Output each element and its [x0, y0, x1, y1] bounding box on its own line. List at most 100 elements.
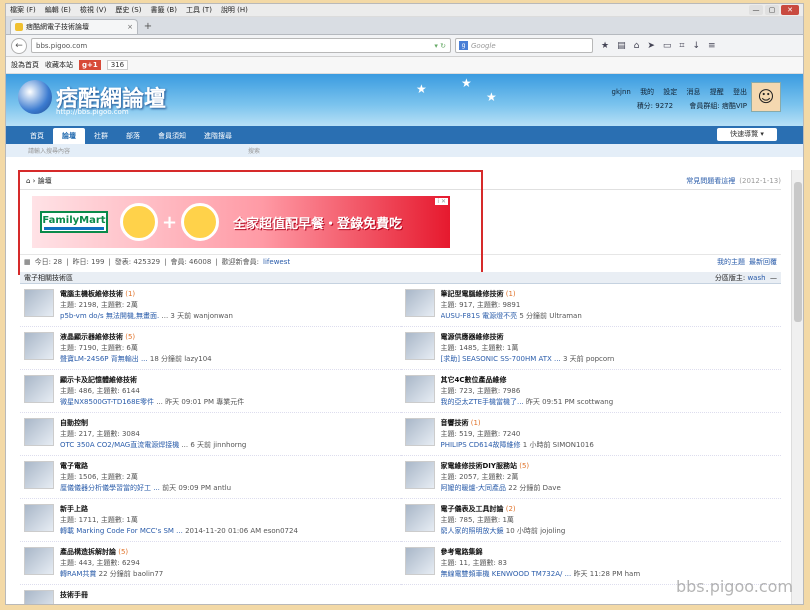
forum-item[interactable]: 其它4C數位產品維修 主題: 723, 主題數: 7986 我的亞太ZTE手機當機… — [400, 370, 781, 413]
gplus-button[interactable]: g+1 — [79, 60, 101, 70]
user-points[interactable]: 積分: 9272 — [637, 102, 673, 110]
forum-item[interactable]: 電子電路 主題: 1506, 主題數: 2萬 厘儀儀器分析儀學習當的好工 ... … — [20, 456, 401, 499]
forum-name[interactable]: 參考電路集錦 — [441, 548, 483, 556]
forum-item[interactable]: 電源供應器維修技術 主題: 1485, 主題數: 1萬 [求助] SEASONIC… — [400, 327, 781, 370]
collapse-icon[interactable]: — — [770, 274, 777, 282]
add-favorite-link[interactable]: 收藏本站 — [45, 60, 73, 70]
set-homepage-link[interactable]: 設為首頁 — [11, 60, 39, 70]
forum-thumbnail-icon[interactable] — [404, 504, 435, 532]
page-scrollbar[interactable] — [791, 170, 803, 604]
close-window-button[interactable]: ✕ — [781, 5, 799, 15]
chat-icon[interactable]: ▭ — [663, 41, 672, 51]
user-link-mine[interactable]: 我的 — [640, 88, 654, 96]
site-logo[interactable]: 痞酷網論壇 http://bbs.pigoo.com — [18, 80, 166, 116]
forum-item[interactable]: 技術手冊 — [20, 585, 401, 604]
menu-view[interactable]: 檢視 (V) — [80, 5, 106, 15]
forum-name[interactable]: 電子儀表及工具討論 — [441, 505, 504, 513]
forum-thumbnail-icon[interactable] — [404, 547, 435, 575]
last-post-link[interactable]: 窮人家的照明放大鏡 — [441, 527, 504, 535]
back-icon[interactable]: ← — [11, 37, 27, 54]
browser-tab[interactable]: 痞酷網電子技術論壇 × — [10, 19, 138, 34]
forum-name[interactable]: 新手上路 — [60, 505, 88, 513]
nav-community[interactable]: 社群 — [85, 128, 117, 144]
forum-item[interactable]: 音響技術 (1) 主題: 519, 主題數: 7240 PHILIPS CD614故… — [400, 413, 781, 456]
last-post-link[interactable]: 轉載 Marking Code For MCC's SM ... — [60, 527, 183, 535]
forum-item[interactable]: 自動控制 主題: 217, 主題數: 3084 OTC 350A CO2/MAG直… — [20, 413, 401, 456]
latest-replies-link[interactable]: 最新回覆 — [749, 257, 777, 267]
nav-rules[interactable]: 會員須知 — [149, 128, 195, 144]
tab-close-icon[interactable]: × — [127, 23, 133, 31]
nav-home[interactable]: 首頁 — [21, 128, 53, 144]
maximize-button[interactable]: ▢ — [765, 5, 779, 15]
forum-name[interactable]: 顯示卡及記憶體維修技術 — [60, 376, 137, 384]
menu-tools[interactable]: 工具 (T) — [186, 5, 212, 15]
section-title[interactable]: 電子相關技術區 — [24, 273, 73, 283]
search-engine-icon[interactable]: g — [459, 41, 468, 50]
menu-icon[interactable]: ≡ — [708, 41, 716, 51]
user-link-settings[interactable]: 設定 — [663, 88, 677, 96]
last-post-link[interactable]: AUSU-F81S 電源燈不亮 — [441, 312, 518, 320]
forum-name[interactable]: 電子電路 — [60, 462, 88, 470]
user-group[interactable]: 會員群組: 痞酷VIP — [689, 102, 747, 110]
forum-name[interactable]: 液晶顯示器維修技術 — [60, 333, 123, 341]
forum-thumbnail-icon[interactable] — [24, 289, 54, 317]
menu-help[interactable]: 說明 (H) — [221, 5, 248, 15]
forum-thumbnail-icon[interactable] — [24, 418, 54, 446]
last-post-link[interactable]: 我的亞太ZTE手機當機了... — [441, 398, 524, 406]
forum-name[interactable]: 筆記型電腦維修技術 — [441, 290, 504, 298]
forum-name[interactable]: 其它4C數位產品維修 — [441, 376, 507, 384]
forum-name[interactable]: 音響技術 — [441, 419, 469, 427]
last-post-link[interactable]: 聲寶LM-24S6P 背無輸出 ... — [60, 355, 148, 363]
user-link-notices[interactable]: 提醒 — [710, 88, 724, 96]
forum-thumbnail-icon[interactable] — [404, 461, 435, 489]
send-icon[interactable]: ➤ — [647, 41, 655, 51]
nav-forum[interactable]: 論壇 — [53, 128, 85, 144]
forum-name[interactable]: 電源供應器維修技術 — [441, 333, 504, 341]
url-bar[interactable]: bbs.pigoo.com ▾ ↻ — [31, 38, 451, 53]
forum-item[interactable]: 筆記型電腦維修技術 (1) 主題: 917, 主題數: 9891 AUSU-F81S… — [400, 284, 781, 327]
scrollbar-thumb[interactable] — [794, 182, 802, 322]
forum-thumbnail-icon[interactable] — [24, 461, 54, 489]
last-post-link[interactable]: OTC 350A CO2/MAG直流電源焊接機 — [60, 441, 179, 449]
minimize-button[interactable]: — — [749, 5, 763, 15]
forum-name[interactable]: 產品構造拆解討論 — [60, 548, 116, 556]
avatar[interactable]: ☺ — [751, 82, 781, 112]
last-post-link[interactable]: PHILIPS CD614故障維修 — [441, 441, 521, 449]
reading-list-icon[interactable]: ▤ — [617, 41, 626, 51]
forum-thumbnail-icon[interactable] — [24, 375, 54, 403]
bookmark-star-icon[interactable]: ★ — [601, 41, 609, 51]
forum-item[interactable]: 新手上路 主題: 1711, 主題數: 1萬 轉載 Marking Code Fo… — [20, 499, 401, 542]
forum-item[interactable]: 家電維修技術DIY服務站 (5) 主題: 2057, 主題數: 2萬 阿嬤的暖爐-大… — [400, 456, 781, 499]
forum-item[interactable]: 產品構造拆解討論 (5) 主題: 443, 主題數: 6294 轉RAM共賞 22 … — [20, 542, 401, 585]
nav-blog[interactable]: 部落 — [117, 128, 149, 144]
forum-name[interactable]: 家電維修技術DIY服務站 — [441, 462, 517, 470]
forum-item[interactable]: 顯示卡及記憶體維修技術 主題: 486, 主題數: 6144 微星NX8500GT… — [20, 370, 401, 413]
username-link[interactable]: gkjnn — [612, 88, 631, 96]
faq-link[interactable]: 常見問題看這裡 — [686, 176, 735, 186]
last-post-link[interactable]: 厘儀儀器分析儀學習當的好工 ... — [60, 484, 160, 492]
search-input[interactable]: g Google — [455, 38, 593, 53]
forum-thumbnail-icon[interactable] — [404, 418, 435, 446]
forum-thumbnail-icon[interactable] — [24, 547, 54, 575]
last-post-link[interactable]: 阿嬤的暖爐-大同產品 — [441, 484, 507, 492]
last-post-link[interactable]: 轉RAM共賞 — [60, 570, 96, 578]
download-icon[interactable]: ↓ — [692, 41, 700, 51]
home-icon[interactable]: ⌂ — [634, 41, 640, 51]
new-tab-button[interactable]: + — [141, 20, 155, 34]
forum-name[interactable]: 自動控制 — [60, 419, 88, 427]
menu-edit[interactable]: 編輯 (E) — [45, 5, 71, 15]
forum-thumbnail-icon[interactable] — [24, 332, 54, 360]
last-post-link[interactable]: p5b-vm do/s 無法開機,無畫面. — [60, 312, 159, 320]
reload-icon[interactable]: ▾ ↻ — [434, 42, 446, 50]
last-post-link[interactable]: 無線電雙頻車機 KENWOOD TM732A/ ... — [441, 570, 572, 578]
forum-thumbnail-icon[interactable] — [404, 375, 435, 403]
user-link-messages[interactable]: 消息 — [687, 88, 701, 96]
forum-thumbnail-icon[interactable] — [24, 590, 54, 604]
forum-name[interactable]: 電腦主機板維修技術 — [60, 290, 123, 298]
quick-nav-dropdown[interactable]: 快速導覽 ▾ — [717, 128, 777, 141]
forum-thumbnail-icon[interactable] — [404, 332, 435, 360]
user-link-logout[interactable]: 登出 — [733, 88, 747, 96]
menu-history[interactable]: 歷史 (S) — [115, 5, 141, 15]
nav-advanced-search[interactable]: 進階搜尋 — [195, 128, 241, 144]
forum-item[interactable]: 液晶顯示器維修技術 (5) 主題: 7190, 主題數: 6萬 聲寶LM-24S6P… — [20, 327, 401, 370]
